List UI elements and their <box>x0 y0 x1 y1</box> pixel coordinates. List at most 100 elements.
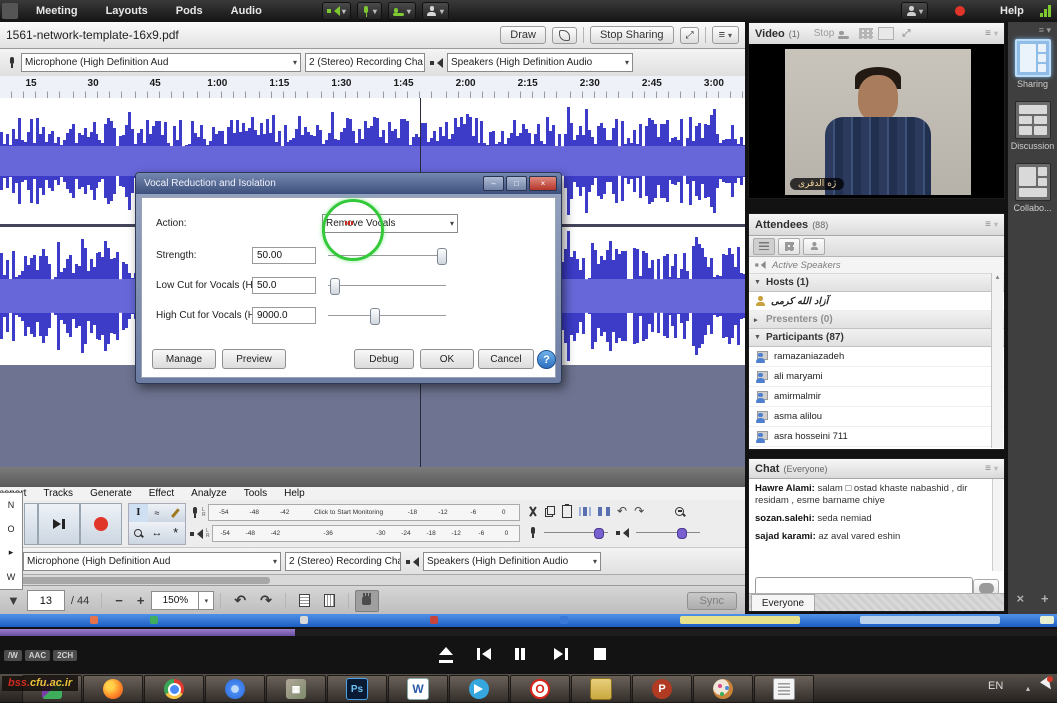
tab-everyone[interactable]: Everyone <box>751 594 815 611</box>
speaker-device-select[interactable]: Speakers (High Definition Audio▾ <box>447 53 633 72</box>
grid-view-icon[interactable] <box>859 28 873 39</box>
menu-audio[interactable]: Audio <box>217 0 276 22</box>
zoom-level-select[interactable]: 150% <box>151 591 199 610</box>
stop-button[interactable] <box>592 647 608 661</box>
participant-list-item[interactable]: asra hosseini 711 <box>749 427 1004 447</box>
audacity-menu-item[interactable]: Effect <box>149 488 174 499</box>
audacity-menu-item[interactable]: Generate <box>90 488 132 499</box>
draw-button[interactable]: Draw <box>500 26 546 44</box>
menu-layouts[interactable]: Layouts <box>92 0 162 22</box>
stop-webcam-icon[interactable] <box>838 29 849 39</box>
timeline-ruler[interactable]: 1530451:001:151:301:452:002:152:302:453:… <box>0 76 745 99</box>
paste-icon[interactable] <box>562 505 572 518</box>
single-page-view-icon[interactable] <box>299 594 310 607</box>
speaker-button[interactable]: ▾ <box>322 2 351 20</box>
transport-button-partial[interactable] <box>24 503 38 545</box>
presenters-group-row[interactable]: ▸ Presenters (0) <box>749 311 1004 329</box>
rotate-cw-icon[interactable]: ↷ <box>260 592 272 609</box>
audacity-menu-item[interactable]: Tools <box>244 488 267 499</box>
speaker-device-select-2[interactable]: Speakers (High Definition Audio▾ <box>423 552 601 571</box>
draw-tool[interactable] <box>166 504 185 522</box>
close-button[interactable]: × <box>529 176 557 191</box>
status-view-button[interactable] <box>778 238 800 255</box>
ok-button[interactable]: OK <box>420 349 474 369</box>
zoom-tool[interactable] <box>129 522 148 545</box>
breakout-view-button[interactable] <box>803 238 825 255</box>
menu-item-fragment[interactable]: N <box>8 500 15 510</box>
cut-icon[interactable] <box>528 506 538 517</box>
chat-messages[interactable]: Hawre Alami: salam □ ostad khaste nabash… <box>749 479 994 571</box>
open-menu-fragment[interactable]: N O ▸ W <box>0 492 23 590</box>
microphone-caret-icon[interactable]: ▾ <box>373 7 377 16</box>
dock-item-photos[interactable]: ▦ <box>266 675 326 703</box>
layouts-menu-icon[interactable]: ≡ ▾ <box>1008 22 1057 39</box>
menu-help[interactable]: Help <box>1000 5 1024 17</box>
pointer-button[interactable] <box>552 27 577 44</box>
manage-button[interactable]: Manage <box>152 349 216 369</box>
attendee-status-button[interactable]: ▾ <box>901 2 928 20</box>
page-number-input[interactable] <box>27 590 65 611</box>
video-progress-bar[interactable] <box>0 629 1057 636</box>
audacity-menu-item[interactable]: Analyze <box>191 488 227 499</box>
participant-list-item[interactable]: ali maryami <box>749 367 1004 387</box>
preview-button[interactable]: Preview <box>222 349 286 369</box>
hand-tool-button[interactable] <box>355 590 379 612</box>
status-button[interactable]: ▾ <box>422 2 449 20</box>
mic-device-select-2[interactable]: Microphone (High Definition Aud▾ <box>23 552 281 571</box>
highcut-slider[interactable] <box>328 308 446 323</box>
speaker-caret-icon[interactable]: ▾ <box>342 7 346 16</box>
webcam-button[interactable]: ▾ <box>388 2 416 20</box>
trim-outside-icon[interactable] <box>579 507 591 516</box>
dock-item-paint[interactable] <box>693 675 753 703</box>
filmstrip-view-icon[interactable] <box>878 27 894 40</box>
video-resize-icon[interactable]: ⤢ <box>902 28 910 39</box>
menu-meeting[interactable]: Meeting <box>22 0 92 22</box>
two-page-view-icon[interactable] <box>324 594 335 607</box>
highcut-input[interactable]: 9000.0 <box>252 307 316 324</box>
lowcut-input[interactable]: 50.0 <box>252 277 316 294</box>
add-layout-icon[interactable]: + <box>1041 591 1049 606</box>
strength-input[interactable]: 50.00 <box>252 247 316 264</box>
zoom-in-icon[interactable] <box>675 507 684 516</box>
menu-item-fragment[interactable]: ▸ <box>9 547 14 558</box>
microphone-button[interactable]: ▾ <box>357 2 382 20</box>
attendees-pod-menu-icon[interactable]: ≡▾ <box>985 219 998 230</box>
chat-scrollbar[interactable] <box>992 479 1003 571</box>
participant-list-item[interactable]: ramazaniazadeh <box>749 347 1004 367</box>
language-indicator[interactable]: EN <box>988 680 1003 692</box>
list-view-button[interactable] <box>753 238 775 255</box>
dock-item-psiphon[interactable]: P <box>632 675 692 703</box>
next-button[interactable] <box>554 647 570 661</box>
skip-to-end-button[interactable] <box>38 503 80 545</box>
dock-item-document-viewer[interactable] <box>754 675 814 703</box>
active-speakers-row[interactable]: Active Speakers <box>749 257 1004 274</box>
zoom-out-button[interactable]: − <box>115 593 123 608</box>
connection-signal-icon[interactable] <box>1040 5 1051 17</box>
layout-collaboration-thumbnail[interactable] <box>1015 163 1051 201</box>
recording-meter[interactable]: LR -54-48-42Click to Start Monitoring-18… <box>190 503 520 522</box>
menu-item-fragment[interactable]: W <box>7 572 16 582</box>
dock-item-file-manager[interactable] <box>571 675 631 703</box>
mic-device-select[interactable]: Microphone (High Definition Aud▾ <box>21 53 301 72</box>
silence-icon[interactable] <box>598 507 610 516</box>
undo-icon[interactable]: ↶ <box>617 504 627 518</box>
copy-icon[interactable] <box>545 506 555 517</box>
dock-item-photoshop[interactable]: Ps <box>327 675 387 703</box>
close-layout-icon[interactable]: × <box>1016 591 1024 606</box>
status-caret-icon[interactable]: ▾ <box>440 7 444 16</box>
collapse-icon[interactable]: ▼ <box>754 279 762 286</box>
previous-button[interactable] <box>477 647 493 661</box>
tray-expand-icon[interactable]: ▴ <box>1026 684 1030 693</box>
audacity-menu-item[interactable]: Help <box>284 488 305 499</box>
debug-button[interactable]: Debug <box>354 349 414 369</box>
dialog-help-button[interactable]: ? <box>537 350 556 369</box>
record-volume-slider[interactable] <box>544 532 608 533</box>
envelope-tool[interactable]: ≈ <box>148 504 167 522</box>
nav-down-arrow-icon[interactable]: ▼ <box>7 593 20 608</box>
redo-icon[interactable]: ↷ <box>634 504 644 518</box>
cancel-button[interactable]: Cancel <box>478 349 534 369</box>
menu-item-fragment[interactable]: O <box>7 524 14 534</box>
channels-select[interactable]: 2 (Stereo) Recording Cha▾ <box>305 53 425 72</box>
layout-discussion-thumbnail[interactable] <box>1015 101 1051 139</box>
dock-item-telegram[interactable] <box>449 675 509 703</box>
